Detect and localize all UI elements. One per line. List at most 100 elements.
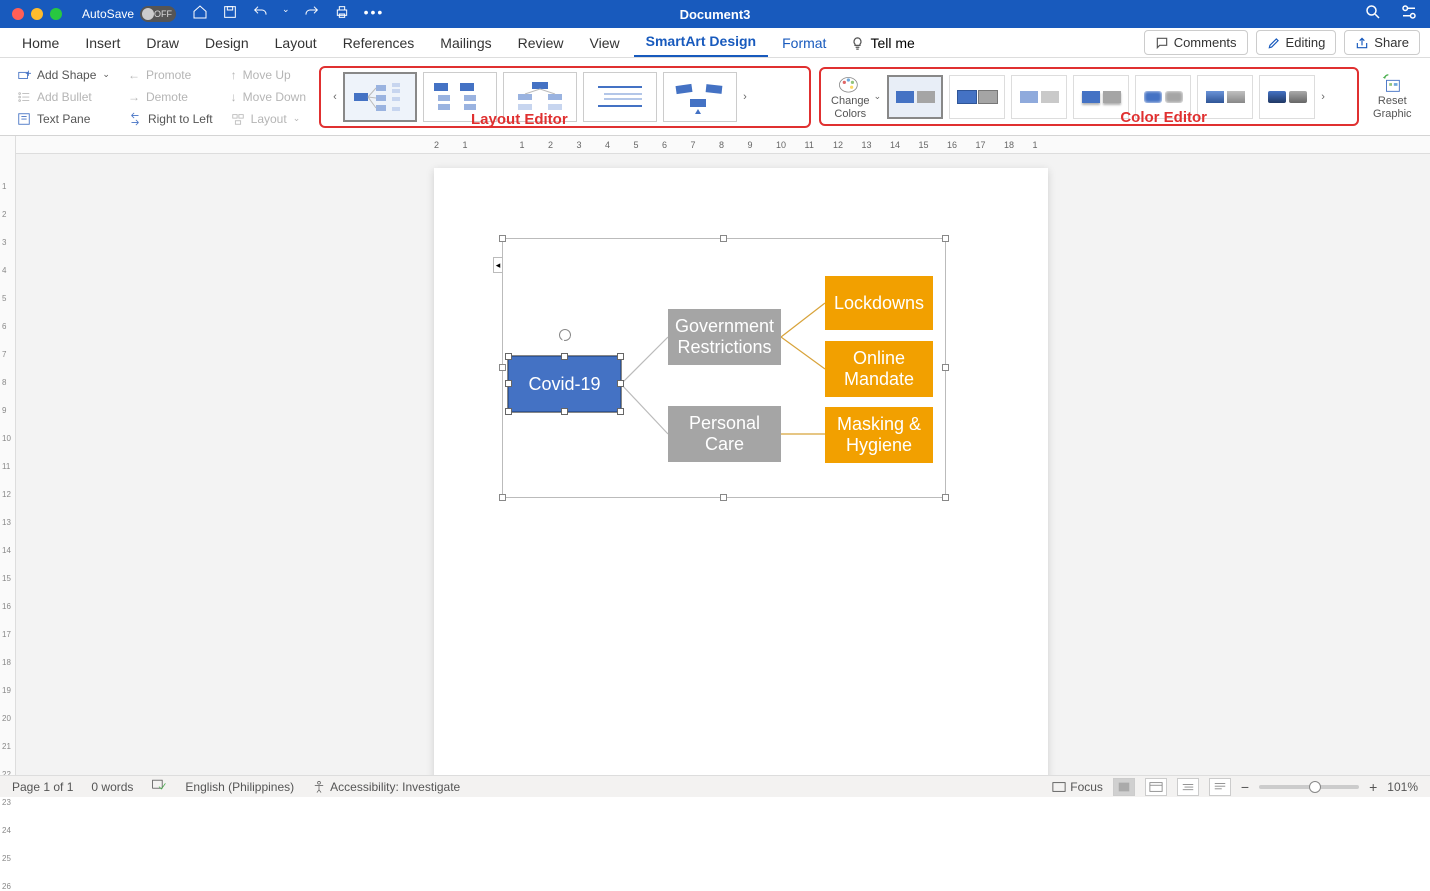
share-button[interactable]: Share	[1344, 30, 1420, 55]
document-page[interactable]: ◂ Covid-19 ↻	[434, 168, 1048, 775]
undo-icon[interactable]	[252, 4, 268, 25]
smartart-mid-node-2[interactable]: Personal Care	[668, 406, 781, 462]
smartart-leaf-node-2[interactable]: Online Mandate	[825, 341, 933, 397]
color-editor-annotation: Color Editor	[1120, 109, 1207, 126]
ribbon-tabs: Home Insert Draw Design Layout Reference…	[0, 28, 1430, 58]
minimize-window-button[interactable]	[31, 8, 43, 20]
ribbon-options-icon[interactable]	[1400, 3, 1418, 26]
search-icon[interactable]	[1364, 3, 1382, 26]
reset-graphic-button[interactable]: Reset Graphic	[1363, 73, 1422, 119]
close-window-button[interactable]	[12, 8, 24, 20]
accessibility-status[interactable]: Accessibility: Investigate	[312, 780, 460, 794]
tab-mailings[interactable]: Mailings	[428, 29, 503, 57]
tab-smartart-design[interactable]: SmartArt Design	[634, 27, 768, 57]
accessibility-icon	[312, 780, 326, 794]
autosave-control[interactable]: AutoSave OFF	[82, 6, 176, 22]
comments-button[interactable]: Comments	[1144, 30, 1248, 55]
language-status[interactable]: English (Philippines)	[185, 780, 294, 794]
save-icon[interactable]	[222, 4, 238, 25]
arrow-left-icon: ←	[128, 68, 140, 82]
tab-home[interactable]: Home	[10, 29, 71, 57]
layout-gallery-prev[interactable]: ‹	[327, 91, 343, 103]
focus-icon	[1052, 781, 1066, 793]
more-icon[interactable]: •••	[364, 4, 385, 25]
smartart-leaf-node-3[interactable]: Masking & Hygiene	[825, 407, 933, 463]
add-shape-button[interactable]: Add Shape ⌄	[14, 66, 113, 84]
zoom-slider[interactable]	[1259, 785, 1359, 789]
rtl-icon	[128, 112, 142, 126]
palette-icon	[837, 73, 863, 95]
document-area: 1234567891011121314151617181920212223242…	[0, 136, 1430, 775]
window-controls	[12, 8, 62, 20]
layout-option-1[interactable]	[343, 72, 417, 122]
zoom-in-button[interactable]: +	[1369, 779, 1377, 795]
share-icon	[1355, 36, 1369, 50]
smartart-mid-node-1[interactable]: Government Restrictions	[668, 309, 781, 365]
print-layout-view[interactable]	[1113, 778, 1135, 796]
spellcheck-icon[interactable]	[151, 778, 167, 795]
add-bullet-button: Add Bullet	[14, 88, 113, 106]
smartart-graphic[interactable]: ◂ Covid-19 ↻	[502, 238, 946, 498]
layout-icon	[231, 112, 245, 126]
page-status[interactable]: Page 1 of 1	[12, 780, 73, 794]
right-to-left-button[interactable]: Right to Left	[125, 110, 216, 128]
move-up-button: ↑Move Up	[228, 66, 309, 84]
arrow-right-icon: →	[128, 90, 140, 104]
reset-icon	[1380, 73, 1404, 95]
editing-button[interactable]: Editing	[1256, 30, 1337, 55]
zoom-level[interactable]: 101%	[1387, 780, 1418, 794]
maximize-window-button[interactable]	[50, 8, 62, 20]
layout-gallery-next[interactable]: ›	[737, 91, 753, 103]
lightbulb-icon	[850, 36, 865, 51]
change-colors-dropdown[interactable]: ⌄	[874, 91, 882, 102]
horizontal-ruler[interactable]: 211234567891011121314151617181	[16, 136, 1430, 154]
layout-gallery: ‹ › Layout Editor	[319, 66, 811, 128]
tab-layout[interactable]: Layout	[263, 29, 329, 57]
pencil-icon	[1267, 36, 1281, 50]
status-bar: Page 1 of 1 0 words English (Philippines…	[0, 775, 1430, 797]
tab-view[interactable]: View	[578, 29, 632, 57]
comment-icon	[1155, 36, 1169, 50]
print-icon[interactable]	[334, 4, 350, 25]
layout-option-4[interactable]	[583, 72, 657, 122]
smartart-text-pane-toggle[interactable]: ◂	[493, 257, 503, 273]
style-option-3[interactable]	[1011, 75, 1067, 119]
redo-icon[interactable]	[304, 4, 320, 25]
promote-button: ←Promote	[125, 66, 216, 84]
word-count[interactable]: 0 words	[91, 780, 133, 794]
home-icon[interactable]	[192, 4, 208, 25]
undo-dropdown-icon[interactable]: ⌄	[282, 4, 290, 25]
tab-design[interactable]: Design	[193, 29, 261, 57]
smartart-root-node[interactable]: Covid-19 ↻	[508, 356, 621, 412]
demote-button: →Demote	[125, 88, 216, 106]
tab-draw[interactable]: Draw	[134, 29, 191, 57]
tell-me-search[interactable]: Tell me	[840, 29, 924, 57]
tab-references[interactable]: References	[331, 29, 427, 57]
tab-insert[interactable]: Insert	[73, 29, 132, 57]
layout-editor-annotation: Layout Editor	[471, 111, 568, 128]
style-option-1[interactable]	[887, 75, 943, 119]
style-option-7[interactable]	[1259, 75, 1315, 119]
outline-view[interactable]	[1177, 778, 1199, 796]
layout-dropdown: Layout ⌄	[228, 110, 309, 128]
web-layout-view[interactable]	[1145, 778, 1167, 796]
rotate-handle[interactable]: ↻	[559, 329, 571, 341]
style-gallery-next[interactable]: ›	[1315, 91, 1331, 103]
vertical-ruler[interactable]: 1234567891011121314151617181920212223242…	[0, 136, 16, 775]
arrow-down-icon: ↓	[231, 90, 237, 104]
layout-option-5[interactable]	[663, 72, 737, 122]
tab-review[interactable]: Review	[506, 29, 576, 57]
change-colors-button[interactable]: Change Colors	[827, 73, 874, 119]
tab-format[interactable]: Format	[770, 29, 838, 57]
draft-view[interactable]	[1209, 778, 1231, 796]
focus-mode-button[interactable]: Focus	[1052, 780, 1103, 794]
zoom-out-button[interactable]: −	[1241, 779, 1249, 795]
move-down-button: ↓Move Down	[228, 88, 309, 106]
style-option-2[interactable]	[949, 75, 1005, 119]
style-gallery: Change Colors ⌄ › Color Editor	[819, 67, 1359, 125]
title-bar: AutoSave OFF ⌄ ••• Document3	[0, 0, 1430, 28]
text-pane-button[interactable]: Text Pane	[14, 110, 113, 128]
autosave-toggle[interactable]: OFF	[140, 6, 176, 22]
autosave-label: AutoSave	[82, 7, 134, 21]
smartart-leaf-node-1[interactable]: Lockdowns	[825, 276, 933, 330]
